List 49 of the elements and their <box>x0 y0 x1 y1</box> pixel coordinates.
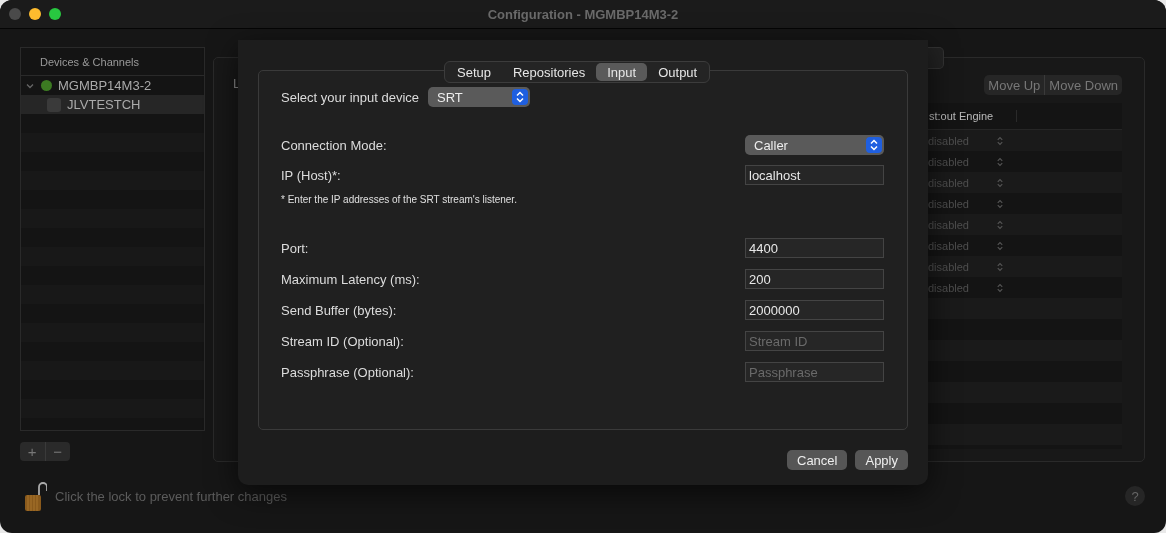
field-label: Connection Mode: <box>281 137 387 153</box>
padlock-icon[interactable] <box>25 481 47 511</box>
mode-popup[interactable]: Caller <box>745 135 884 155</box>
stepper-icon <box>994 155 1006 168</box>
input-field[interactable]: Passphrase <box>745 362 884 382</box>
lock-message: Click the lock to prevent further changes <box>55 488 287 504</box>
minimize-button[interactable] <box>29 8 41 20</box>
tab[interactable]: Output <box>647 63 709 81</box>
stepper-icon <box>994 260 1006 273</box>
input-field[interactable]: localhost <box>745 165 884 185</box>
stepper-icon <box>994 281 1006 294</box>
stepper-icon <box>994 176 1006 189</box>
tab[interactable]: Repositories <box>502 63 597 81</box>
stepper-icon <box>994 239 1006 252</box>
close-button[interactable] <box>9 8 21 20</box>
device-name: MGMBP14M3-2 <box>58 78 152 93</box>
field-label: Port: <box>281 240 309 256</box>
table-cell-text: disabled <box>928 239 970 252</box>
channel-row[interactable]: JLVTESTCH <box>21 95 204 114</box>
input-field[interactable]: 2000000 <box>745 300 884 320</box>
table-cell-text: disabled <box>928 281 970 294</box>
field-label: Stream ID (Optional): <box>281 333 404 349</box>
field-label: Passphrase (Optional): <box>281 364 414 380</box>
tab[interactable]: Setup <box>446 63 502 81</box>
stepper-icon <box>994 218 1006 231</box>
stepper-icon <box>994 197 1006 210</box>
tab[interactable]: Input <box>596 63 648 81</box>
field-label: IP (Host)*: <box>281 167 341 183</box>
device-row[interactable]: MGMBP14M3-2 <box>21 76 204 95</box>
device-label: Select your input device <box>281 89 420 105</box>
remove-button[interactable]: − <box>44 442 70 461</box>
list-header: Devices & Channels <box>40 55 140 68</box>
table-cell-text: disabled <box>928 197 970 210</box>
device-popup[interactable]: SRT <box>428 87 531 107</box>
zoom-button[interactable] <box>49 8 61 20</box>
apply-button[interactable]: Apply <box>855 450 908 470</box>
input-field[interactable]: 4400 <box>745 238 884 258</box>
stepper-icon <box>994 134 1006 147</box>
field-label: Maximum Latency (ms): <box>281 271 420 287</box>
channel-name: JLVTESTCH <box>67 97 141 112</box>
input-field[interactable]: 200 <box>745 269 884 289</box>
stepper-icon <box>512 89 529 105</box>
stepper-icon <box>866 137 882 153</box>
table-cell-text: disabled <box>928 155 970 168</box>
field-label: Send Buffer (bytes): <box>281 302 397 318</box>
window-title: Configuration - MGMBP14M3-2 <box>487 6 679 22</box>
cancel-button[interactable]: Cancel <box>787 450 848 470</box>
hint-text: * Enter the IP addresses of the SRT stream's listener. <box>281 194 518 207</box>
input-field[interactable]: Stream ID <box>745 331 884 351</box>
